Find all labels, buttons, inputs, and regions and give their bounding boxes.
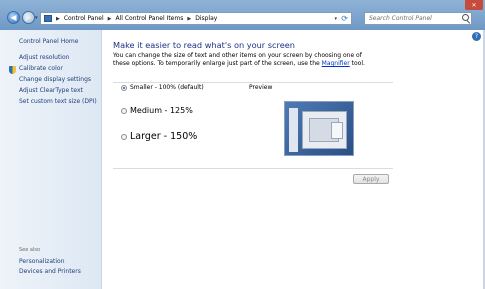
page-title: Make it easier to read what's on your sc… bbox=[113, 40, 295, 50]
title-bar: ✕ ◀ ▶ ▾ ▶ Control Panel ▶ All Control Pa… bbox=[0, 0, 485, 30]
sidebar-item-devices-and-printers[interactable]: Devices and Printers bbox=[19, 268, 81, 275]
apply-button[interactable]: Apply bbox=[353, 174, 389, 184]
preview-sidebar bbox=[289, 108, 298, 152]
sidebar-item-personalization[interactable]: Personalization bbox=[19, 258, 65, 265]
sidebar-item-control-panel-home[interactable]: Control Panel Home bbox=[19, 38, 78, 45]
breadcrumb-all-items[interactable]: All Control Panel Items bbox=[116, 15, 184, 22]
sidebar-item-calibrate-color[interactable]: Calibrate color bbox=[19, 65, 63, 72]
address-bar[interactable]: ▶ Control Panel ▶ All Control Panel Item… bbox=[40, 12, 352, 25]
option-smaller-label: Smaller - 100% (default) bbox=[130, 84, 204, 91]
sidebar: Control Panel Home Adjust resolution Cal… bbox=[0, 30, 102, 289]
breadcrumb-control-panel[interactable]: Control Panel bbox=[64, 15, 104, 22]
breadcrumb-separator-icon[interactable]: ▶ bbox=[187, 16, 191, 22]
address-dropdown-icon[interactable]: ▾ bbox=[334, 16, 337, 22]
option-larger[interactable]: Larger - 150% bbox=[121, 131, 197, 142]
back-button[interactable]: ◀ bbox=[7, 11, 20, 24]
option-smaller[interactable]: Smaller - 100% (default) bbox=[121, 84, 204, 91]
radio-medium[interactable] bbox=[121, 107, 127, 114]
description-text-end: tool. bbox=[349, 60, 365, 67]
radio-larger[interactable] bbox=[121, 133, 127, 140]
breadcrumb-separator-icon[interactable]: ▶ bbox=[108, 16, 112, 22]
control-panel-icon bbox=[44, 15, 52, 22]
search-placeholder: Search Control Panel bbox=[369, 15, 432, 22]
preview-label: Preview bbox=[249, 84, 273, 91]
window-close-button[interactable]: ✕ bbox=[465, 0, 483, 10]
search-icon[interactable] bbox=[462, 14, 469, 21]
sidebar-item-adjust-resolution[interactable]: Adjust resolution bbox=[19, 54, 69, 61]
preview-image bbox=[284, 101, 354, 156]
divider bbox=[113, 82, 393, 83]
divider bbox=[113, 168, 393, 169]
forward-button[interactable]: ▶ bbox=[22, 11, 35, 24]
sidebar-item-custom-text-size[interactable]: Set custom text size (DPI) bbox=[19, 98, 97, 105]
page-description: You can change the size of text and othe… bbox=[113, 52, 375, 68]
breadcrumb: Control Panel ▶ All Control Panel Items … bbox=[64, 15, 217, 22]
radio-smaller[interactable] bbox=[121, 84, 127, 91]
shield-icon bbox=[9, 66, 16, 74]
search-input[interactable]: Search Control Panel bbox=[364, 12, 472, 25]
sidebar-item-change-display-settings[interactable]: Change display settings bbox=[19, 76, 91, 83]
magnifier-link[interactable]: Magnifier bbox=[322, 60, 350, 67]
breadcrumb-display[interactable]: Display bbox=[195, 15, 217, 22]
see-also-heading: See also bbox=[19, 247, 41, 253]
breadcrumb-separator-icon[interactable]: ▶ bbox=[56, 16, 60, 22]
option-larger-label: Larger - 150% bbox=[130, 131, 198, 142]
option-medium[interactable]: Medium - 125% bbox=[121, 106, 193, 115]
refresh-icon[interactable]: ⟳ bbox=[341, 14, 348, 23]
help-icon[interactable]: ? bbox=[472, 32, 481, 41]
recent-pages-dropdown-icon[interactable]: ▾ bbox=[35, 15, 38, 21]
sidebar-item-adjust-cleartype[interactable]: Adjust ClearType text bbox=[19, 87, 83, 94]
option-medium-label: Medium - 125% bbox=[130, 106, 193, 115]
preview-window-panel bbox=[331, 122, 343, 139]
